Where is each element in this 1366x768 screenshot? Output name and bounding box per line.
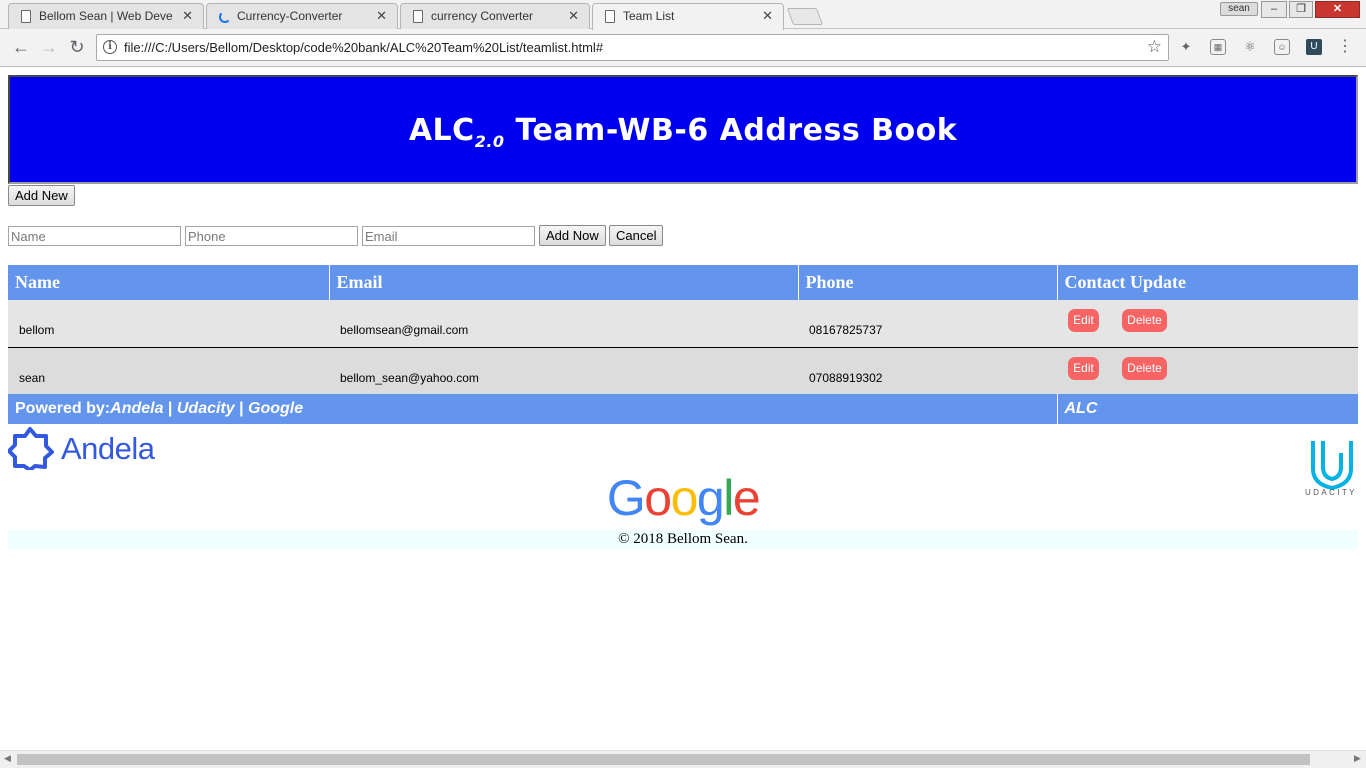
page-icon: [605, 10, 615, 23]
table-footer-row: Powered by:Andela | Udacity | Google ALC: [8, 394, 1358, 424]
google-letter: e: [732, 470, 761, 526]
window-close-icon[interactable]: ✕: [1315, 1, 1360, 18]
phone-input[interactable]: [185, 226, 358, 246]
browser-toolbar: ← → ↻ i file:///C:/Users/Bellom/Desktop/…: [0, 29, 1366, 67]
column-header-contact-update: Contact Update: [1056, 265, 1358, 300]
email-input[interactable]: [362, 226, 535, 246]
table-header-row: Name Email Phone Contact Update: [8, 265, 1358, 300]
browser-tab-strip: Bellom Sean | Web Devel ✕ Currency-Conve…: [0, 0, 1366, 30]
title-subscript: 2.0: [474, 132, 505, 151]
cell-actions: Edit Delete: [1057, 347, 1358, 394]
back-arrow-icon[interactable]: ←: [10, 36, 32, 58]
cell-email: bellom_sean@yahoo.com: [329, 347, 798, 394]
title-suffix: Team-WB-6 Address Book: [504, 113, 958, 148]
bookmark-star-icon[interactable]: ☆: [1147, 37, 1162, 57]
header-banner: ALC2.0 Team-WB-6 Address Book: [8, 75, 1358, 184]
close-icon[interactable]: ✕: [376, 8, 387, 24]
close-icon[interactable]: ✕: [568, 8, 579, 24]
powered-by-andela: Andela: [110, 400, 164, 417]
google-letter: o: [644, 470, 672, 526]
minimize-icon[interactable]: ‒: [1261, 1, 1287, 18]
copyright-footer: © 2018 Bellom Sean.: [8, 530, 1358, 549]
browser-tab-3[interactable]: currency Converter ✕: [400, 3, 590, 29]
menu-kebab-icon[interactable]: ⋮: [1334, 36, 1356, 58]
separator: |: [234, 400, 249, 417]
cell-phone: 07088919302: [798, 347, 1057, 394]
browser-tab-2[interactable]: Currency-Converter ✕: [206, 3, 398, 29]
column-header-name: Name: [8, 265, 329, 300]
new-tab-button[interactable]: [786, 8, 824, 25]
address-bar[interactable]: i file:///C:/Users/Bellom/Desktop/code%2…: [96, 34, 1169, 61]
name-input[interactable]: [8, 226, 181, 246]
react-extension-icon[interactable]: ⚛: [1242, 39, 1258, 55]
column-header-phone: Phone: [797, 265, 1057, 300]
url-text[interactable]: file:///C:/Users/Bellom/Desktop/code%20b…: [124, 40, 603, 55]
reload-icon[interactable]: ↻: [66, 36, 88, 58]
qr-extension-icon[interactable]: ▦: [1210, 39, 1226, 55]
udacity-extension-icon[interactable]: U: [1306, 39, 1322, 55]
google-logo: Google: [0, 469, 1366, 527]
tab-title: Currency-Converter: [237, 9, 343, 23]
delete-button[interactable]: Delete: [1122, 309, 1167, 332]
add-new-button[interactable]: Add New: [8, 185, 75, 206]
close-icon[interactable]: ✕: [182, 8, 193, 24]
edit-button[interactable]: Edit: [1068, 356, 1099, 380]
google-letter: G: [606, 470, 646, 526]
page-content: ALC2.0 Team-WB-6 Address Book Add New Ad…: [0, 68, 1366, 750]
separator: |: [163, 400, 177, 417]
loading-icon: [219, 11, 231, 23]
footer-alc: ALC: [1056, 394, 1358, 424]
contacts-table: Name Email Phone Contact Update bellom b…: [8, 265, 1358, 424]
tab-title: Bellom Sean | Web Devel: [39, 9, 173, 23]
table-row: bellom bellomsean@gmail.com 08167825737 …: [8, 300, 1358, 348]
andela-logo-text: Andela: [61, 431, 155, 466]
powered-by-label: Powered by:: [15, 400, 111, 417]
column-header-email: Email: [328, 265, 798, 300]
powered-by-google: Google: [248, 400, 304, 417]
add-now-button[interactable]: Add Now: [539, 225, 606, 246]
cell-phone: 08167825737: [798, 300, 1057, 348]
cell-email: bellomsean@gmail.com: [329, 300, 798, 348]
google-letter: o: [670, 470, 699, 526]
powered-by-udacity: Udacity: [176, 400, 235, 417]
edit-button[interactable]: Edit: [1068, 309, 1099, 332]
google-letter: g: [696, 470, 725, 526]
browser-tab-1[interactable]: Bellom Sean | Web Devel ✕: [8, 3, 204, 29]
browser-tab-active[interactable]: Team List ✕: [592, 3, 784, 30]
scroll-left-icon[interactable]: ◀: [4, 753, 11, 764]
page-icon: [413, 10, 423, 23]
page-title: ALC2.0 Team-WB-6 Address Book: [10, 77, 1356, 196]
google-letter: l: [723, 470, 734, 526]
page-icon: [21, 10, 31, 23]
cell-name: bellom: [8, 300, 329, 348]
forward-arrow-icon[interactable]: →: [38, 36, 60, 58]
table-row: sean bellom_sean@yahoo.com 07088919302 E…: [8, 347, 1358, 394]
tab-title: Team List: [623, 9, 675, 23]
ghost-extension-icon[interactable]: ☺: [1274, 39, 1290, 55]
close-icon[interactable]: ✕: [762, 8, 773, 24]
puzzle-extension-icon[interactable]: ✦: [1178, 39, 1194, 55]
cell-name: sean: [8, 347, 329, 394]
profile-button[interactable]: sean: [1220, 2, 1258, 16]
delete-button[interactable]: Delete: [1122, 356, 1167, 380]
title-prefix: ALC: [408, 113, 475, 148]
cancel-button[interactable]: Cancel: [609, 225, 664, 246]
scrollbar-thumb[interactable]: [17, 754, 1310, 765]
powered-by: Powered by:Andela | Udacity | Google: [8, 394, 1057, 424]
tab-title: currency Converter: [431, 9, 534, 23]
horizontal-scrollbar[interactable]: ◀ ▶: [0, 750, 1366, 768]
cell-actions: Edit Delete: [1057, 300, 1358, 348]
info-icon[interactable]: i: [103, 40, 117, 54]
scroll-right-icon[interactable]: ▶: [1354, 753, 1361, 764]
restore-icon[interactable]: ❐: [1289, 1, 1313, 18]
